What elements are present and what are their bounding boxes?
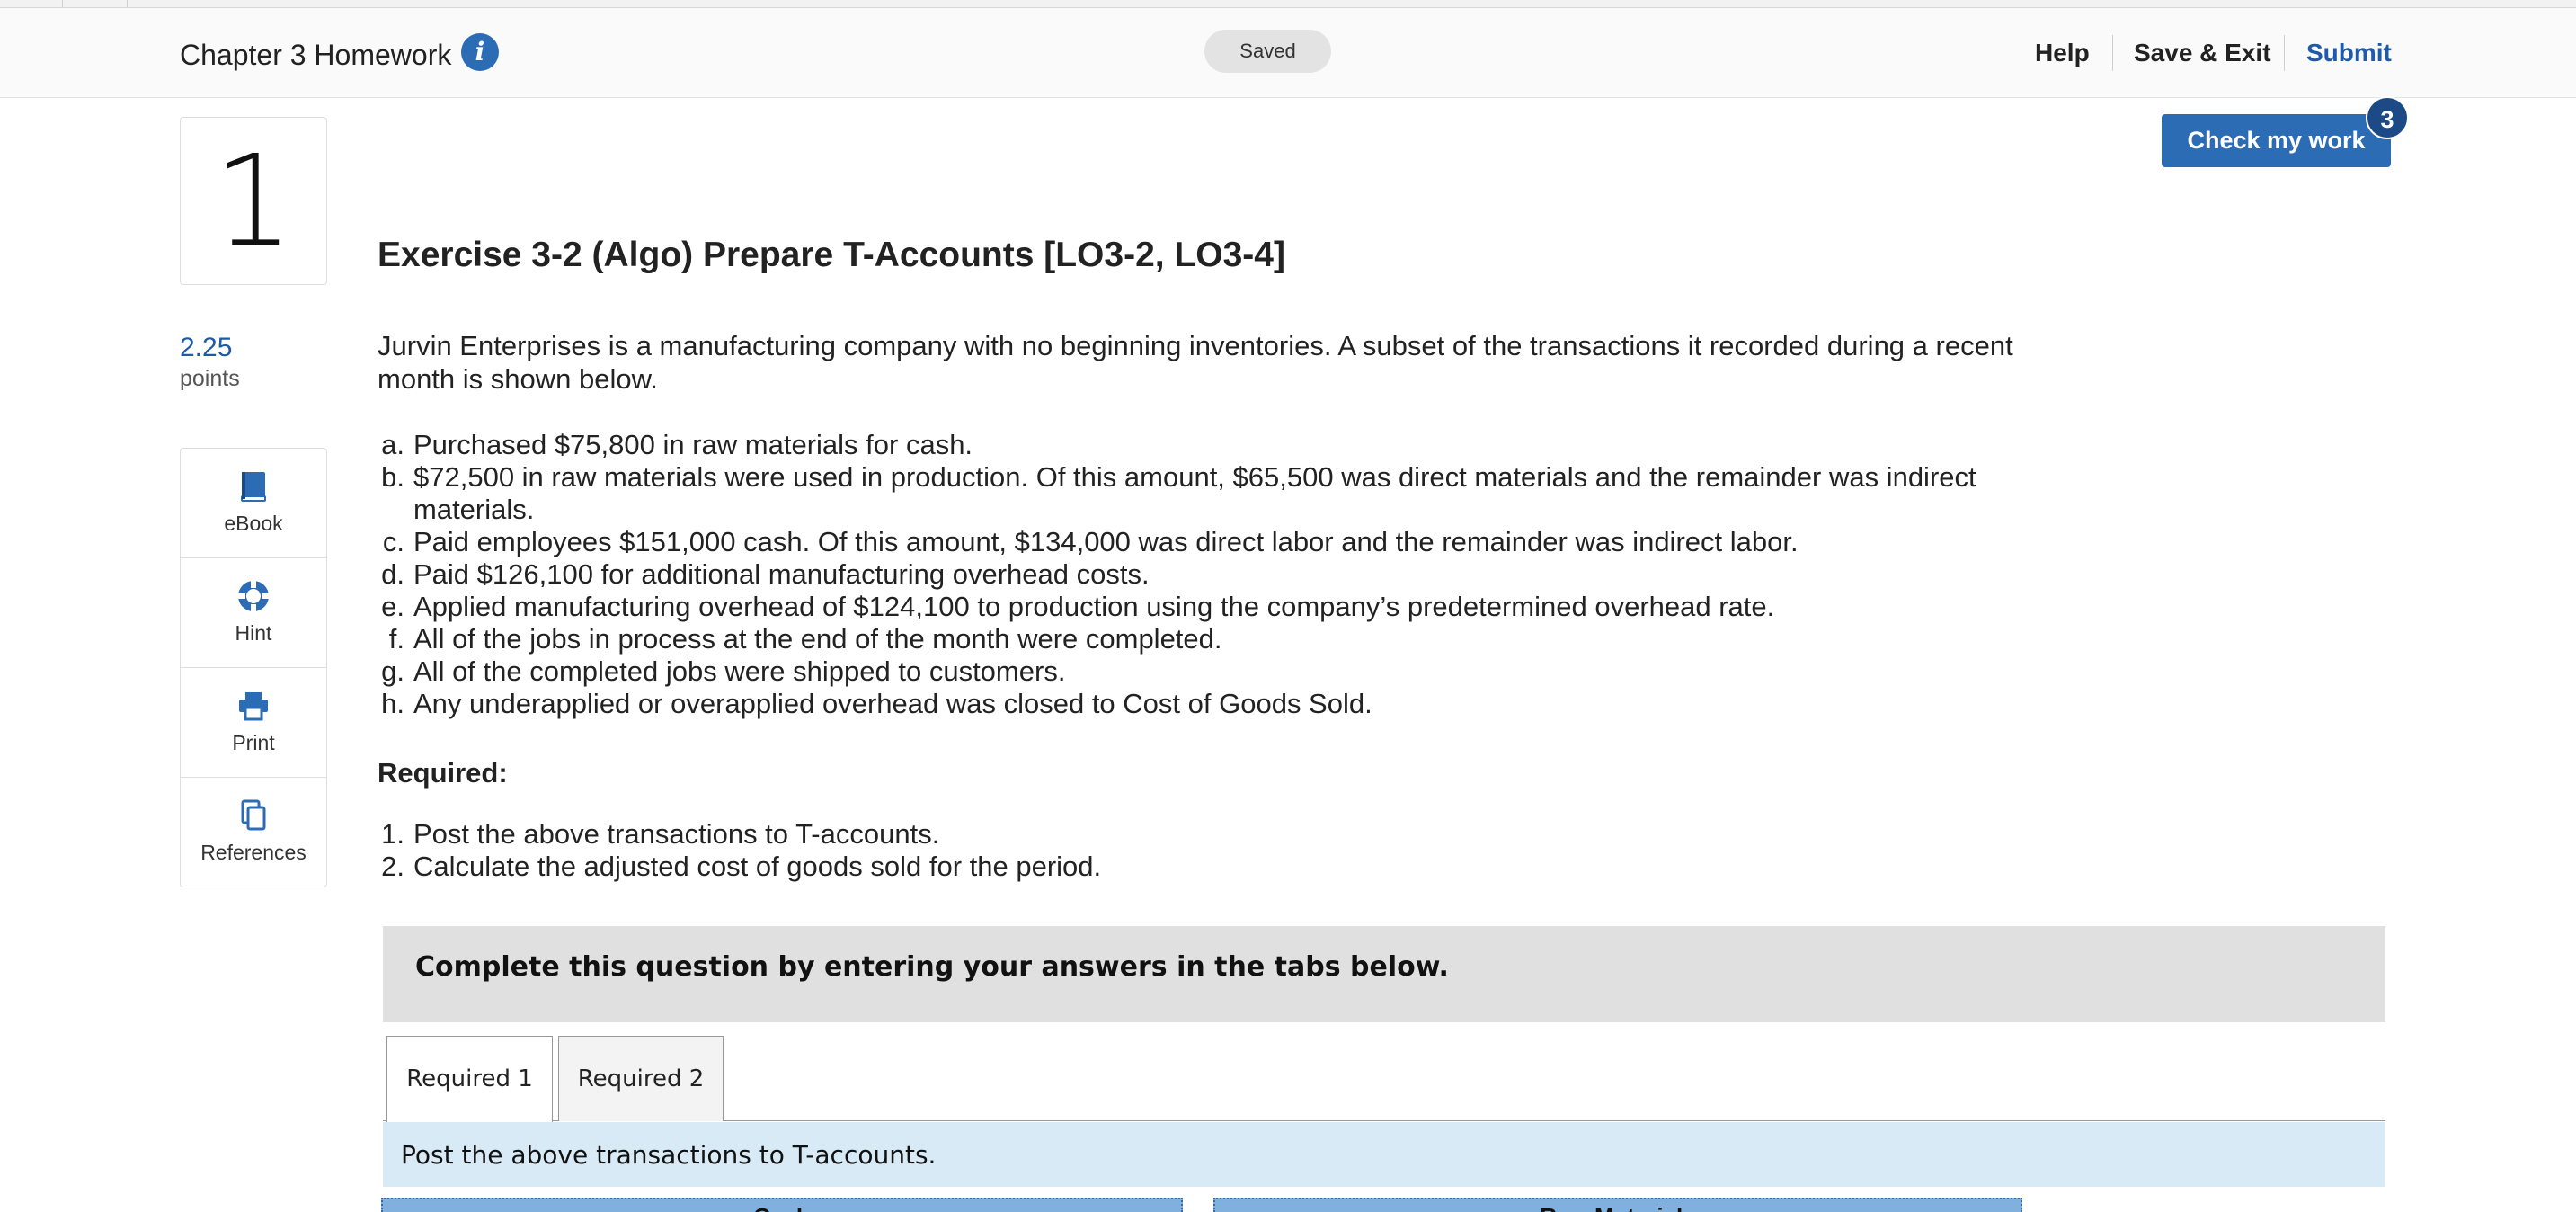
answer-instruction-box: Complete this question by entering your … (383, 926, 2385, 1022)
list-item: c. Paid employees $151,000 cash. Of this … (378, 526, 2085, 558)
list-item: a. Purchased $75,800 in raw materials for… (378, 429, 2085, 461)
list-item: g. All of the completed jobs were shipped… (378, 655, 2085, 688)
assignment-header: Chapter 3 Homework i Saved Help Save & E… (0, 8, 2576, 98)
assignment-title: Chapter 3 Homework (180, 39, 452, 71)
question-number-box: 1 (180, 117, 327, 285)
points-label: points (180, 366, 240, 391)
print-button[interactable]: Print (181, 668, 326, 778)
strip-segment (0, 0, 63, 8)
header-divider (2284, 35, 2285, 71)
item-text: Post the above transactions to T-account… (413, 818, 940, 850)
check-attempts-badge: 3 (2366, 96, 2409, 139)
references-button[interactable]: References (181, 778, 326, 887)
tab-instruction: Post the above transactions to T-account… (401, 1140, 937, 1170)
item-marker: 1. (381, 818, 404, 850)
exercise-intro: Jurvin Enterprises is a manufacturing co… (378, 330, 2013, 395)
references-label: References (200, 841, 306, 864)
help-link[interactable]: Help (2035, 39, 2090, 67)
list-item: e. Applied manufacturing overhead of $124… (378, 591, 2085, 623)
tab-required-1[interactable]: Required 1 (386, 1036, 553, 1122)
list-item: d. Paid $126,100 for additional manufactu… (378, 558, 2085, 591)
item-marker: e. (381, 591, 404, 622)
hint-button[interactable]: Hint (181, 558, 326, 668)
item-text: All of the jobs in process at the end of… (413, 623, 1222, 655)
save-exit-link[interactable]: Save & Exit (2134, 39, 2271, 67)
list-item: h. Any underapplied or overapplied overhe… (378, 688, 2085, 720)
question-tools-panel: eBook Hint Print References (180, 448, 327, 887)
t-account-title: Raw Materials (1215, 1203, 2021, 1212)
item-text: Paid employees $151,000 cash. Of this am… (413, 526, 1799, 557)
item-text: Paid $126,100 for additional manufacturi… (413, 558, 1150, 590)
list-item: f. All of the jobs in process at the end … (378, 623, 2085, 655)
item-marker: h. (381, 688, 404, 719)
transaction-list: a. Purchased $75,800 in raw materials for… (378, 429, 2085, 720)
saved-status-badge: Saved (1204, 30, 1331, 73)
item-text: Purchased $75,800 in raw materials for c… (413, 429, 973, 460)
tab-instruction-bar: Post the above transactions to T-account… (383, 1122, 2385, 1187)
item-marker: c. (382, 526, 404, 557)
strip-segment (63, 0, 128, 8)
item-marker: a. (381, 429, 404, 460)
check-my-work-button[interactable]: Check my work (2162, 114, 2391, 167)
item-marker: f. (388, 623, 404, 655)
list-item: 2. Calculate the adjusted cost of goods s… (378, 851, 1101, 883)
item-text: $72,500 in raw materials were used in pr… (413, 461, 1976, 525)
print-label: Print (232, 731, 275, 754)
answer-instruction: Complete this question by entering your … (415, 951, 1449, 983)
item-text: Calculate the adjusted cost of goods sol… (413, 851, 1102, 882)
t-account-cash-header: Cash (381, 1198, 1183, 1212)
book-icon (241, 472, 266, 502)
list-item: b. $72,500 in raw materials were used in … (378, 461, 2085, 526)
browser-top-strip (0, 0, 2576, 8)
ebook-button[interactable]: eBook (181, 449, 326, 558)
item-text: Applied manufacturing overhead of $124,1… (413, 591, 1775, 622)
header-divider (2112, 35, 2113, 71)
info-icon[interactable]: i (461, 33, 499, 71)
documents-icon (241, 799, 266, 831)
requirements-list: 1. Post the above transactions to T-accou… (378, 818, 1101, 883)
lifebuoy-icon (237, 580, 270, 612)
item-text: All of the completed jobs were shipped t… (413, 655, 1066, 687)
printer-icon (239, 692, 268, 721)
t-account-raw-materials-header: Raw Materials (1213, 1198, 2022, 1212)
item-marker: d. (381, 558, 404, 590)
points-value: 2.25 (180, 333, 233, 362)
item-text: Any underapplied or overapplied overhead… (413, 688, 1372, 719)
tab-required-2[interactable]: Required 2 (558, 1036, 724, 1121)
hint-label: Hint (235, 621, 272, 645)
required-heading: Required: (378, 757, 508, 789)
list-item: 1. Post the above transactions to T-accou… (378, 818, 1101, 851)
item-marker: g. (381, 655, 404, 687)
t-account-title: Cash (383, 1203, 1181, 1212)
submit-link[interactable]: Submit (2306, 39, 2392, 67)
exercise-title: Exercise 3-2 (Algo) Prepare T-Accounts [… (378, 236, 1285, 274)
ebook-label: eBook (224, 512, 283, 535)
item-marker: b. (381, 461, 404, 493)
item-marker: 2. (381, 851, 404, 882)
question-number: 1 (213, 129, 294, 275)
